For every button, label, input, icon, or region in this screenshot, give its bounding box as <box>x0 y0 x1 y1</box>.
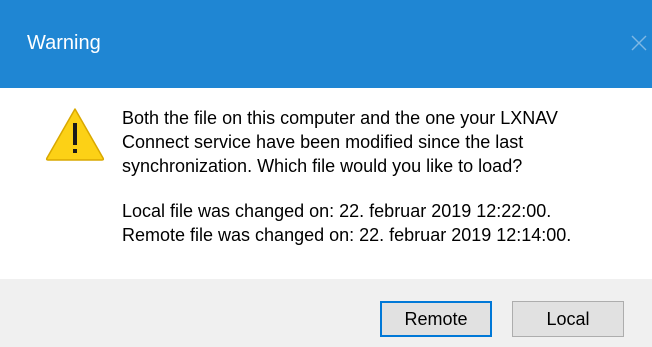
message-line: Both the file on this computer and the o… <box>122 108 558 128</box>
warning-dialog: Warning Both the file on this computer a… <box>0 0 652 347</box>
local-changed-text: Local file was changed on: 22. februar 2… <box>122 201 552 221</box>
message-line: synchronization. Which file would you li… <box>122 156 523 176</box>
warning-icon <box>45 108 105 161</box>
remote-changed-text: Remote file was changed on: 22. februar … <box>122 225 572 245</box>
close-icon <box>631 35 647 51</box>
title-bar[interactable]: Warning <box>0 0 652 88</box>
button-bar: Remote Local <box>0 279 652 347</box>
dialog-content: Both the file on this computer and the o… <box>0 88 652 279</box>
message-line: Connect service have been modified since… <box>122 132 524 152</box>
window-title: Warning <box>27 32 101 54</box>
close-button[interactable] <box>618 24 652 64</box>
remote-button[interactable]: Remote <box>380 301 492 337</box>
message-text: Both the file on this computer and the o… <box>122 106 642 247</box>
local-button[interactable]: Local <box>512 301 624 337</box>
